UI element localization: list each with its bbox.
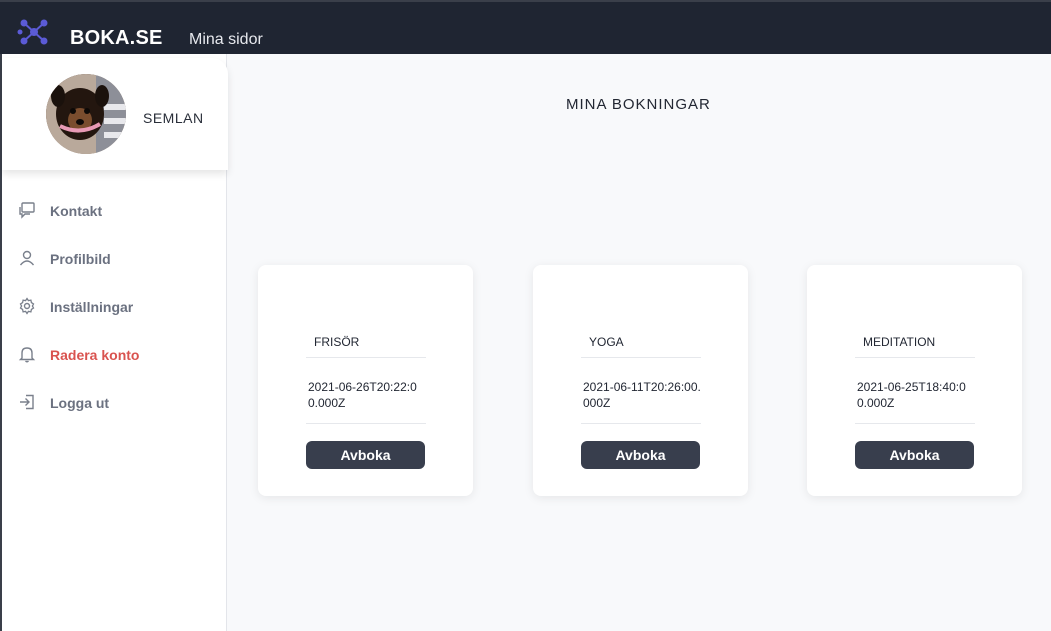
booking-card: MEDITATION 2021-06-25T18:40:00.000Z Avbo… [807,265,1022,496]
sidebar-item-label: Radera konto [50,347,140,363]
sidebar-item-profilbild[interactable]: Profilbild [2,242,227,274]
booking-service: MEDITATION [855,335,975,358]
booking-card: FRISÖR 2021-06-26T20:22:00.000Z Avboka [258,265,473,496]
bell-icon [18,347,36,363]
booking-service: YOGA [581,335,701,358]
sidebar-item-label: Logga ut [50,395,110,411]
profile-card: SEMLAN [2,58,228,170]
sidebar-item-radera-konto[interactable]: Radera konto [2,338,227,370]
sidebar-item-installningar[interactable]: Inställningar [2,290,227,322]
sidebar: SEMLAN Kontakt Profilbild Inställningar [0,54,228,631]
molecule-logo-icon[interactable] [17,15,51,49]
booking-service: FRISÖR [306,335,426,358]
sidebar-item-label: Inställningar [50,299,134,315]
cancel-booking-button[interactable]: Avboka [306,441,425,469]
gear-icon [19,297,35,315]
user-icon [19,250,35,266]
avatar [46,74,126,154]
brand-name[interactable]: BOKA.SE [70,27,163,50]
nav-link-mina-sidor[interactable]: Mina sidor [189,31,263,49]
booking-datetime: 2021-06-11T20:26:00.000Z [581,379,701,424]
sidebar-item-label: Kontakt [50,203,103,219]
cancel-booking-button[interactable]: Avboka [581,441,700,469]
profile-photo [46,74,126,154]
page-title: MINA BOKNINGAR [566,96,711,113]
sidebar-item-kontakt[interactable]: Kontakt [2,194,227,226]
top-navbar: BOKA.SE Mina sidor [0,0,1051,54]
chat-icon [19,202,35,219]
booking-datetime: 2021-06-26T20:22:00.000Z [306,379,426,424]
sidebar-item-label: Profilbild [50,251,111,267]
cancel-booking-button[interactable]: Avboka [855,441,974,469]
sidebar-item-logga-ut[interactable]: Logga ut [2,386,227,418]
booking-card: YOGA 2021-06-11T20:26:00.000Z Avboka [533,265,748,496]
username: SEMLAN [143,110,204,126]
logout-icon [20,394,34,410]
booking-datetime: 2021-06-25T18:40:00.000Z [855,379,975,424]
